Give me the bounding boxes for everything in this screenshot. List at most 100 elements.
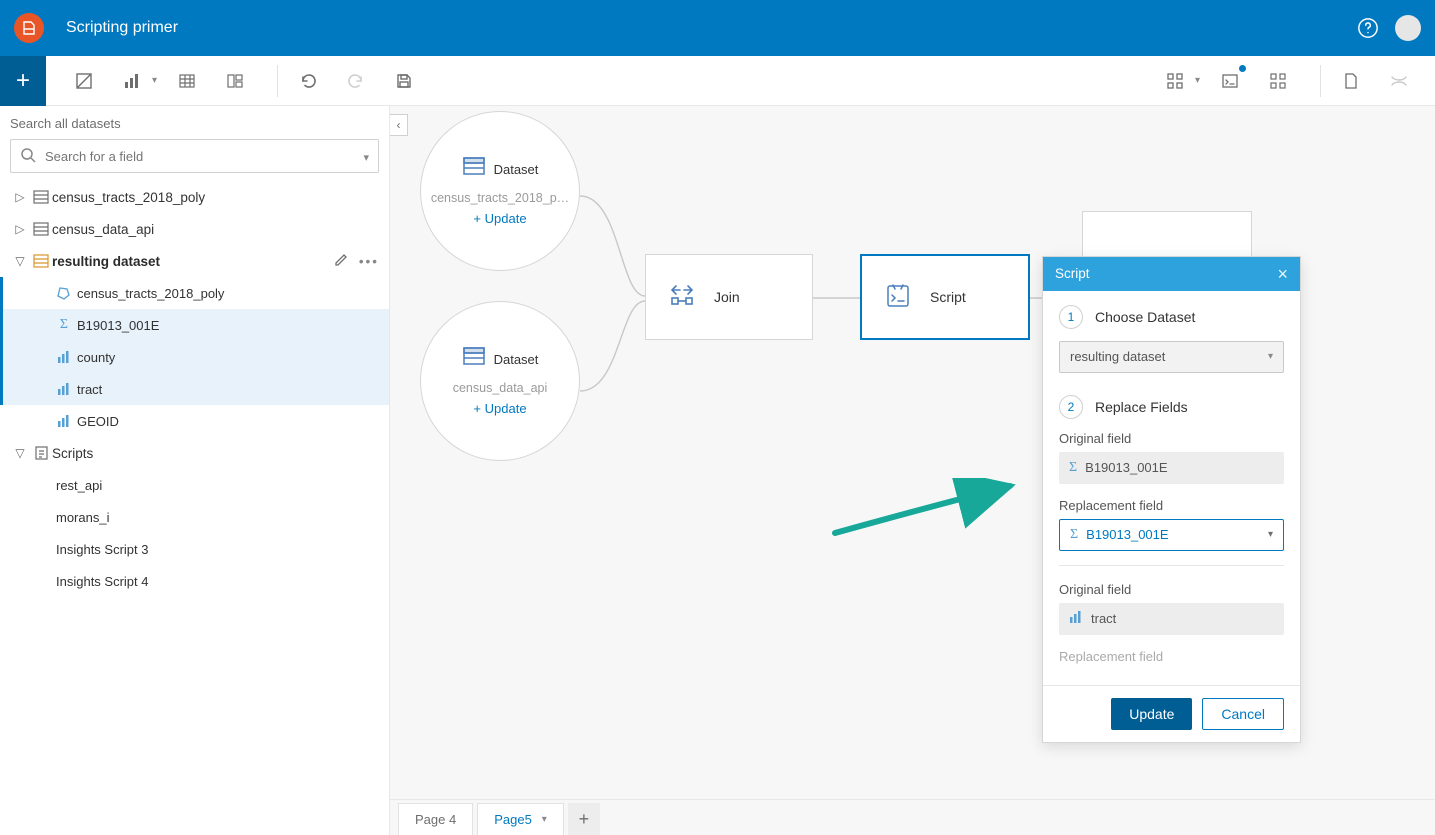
node-label: Script (930, 289, 966, 305)
close-icon[interactable]: × (1277, 265, 1288, 283)
bars-icon (51, 382, 77, 396)
page-icon[interactable] (1333, 63, 1369, 99)
sigma-icon: Σ (51, 317, 77, 333)
console-icon[interactable] (1212, 63, 1248, 99)
script-item[interactable]: rest_api (0, 469, 389, 501)
field-label: GEOID (77, 414, 379, 429)
script-icon (884, 282, 912, 313)
page-tab[interactable]: Page 4 (398, 803, 473, 835)
original-field-box: Σ B19013_001E (1059, 452, 1284, 484)
table-icon (462, 346, 486, 369)
divider (1059, 565, 1284, 566)
chevron-down-icon[interactable]: ▾ (363, 151, 369, 164)
dataset-label: census_tracts_2018_poly (52, 190, 379, 205)
disclosure-down-icon[interactable]: ▽ (10, 446, 30, 460)
data-pane: Search all datasets ▾ ▷ census_tracts_20… (0, 106, 390, 835)
page-tabs: Page 4 Page5▾ + (390, 799, 1435, 835)
search-input[interactable] (10, 139, 379, 173)
script-item[interactable]: Insights Script 4 (0, 565, 389, 597)
dataset-node[interactable]: Dataset census_tracts_2018_p… + Update (420, 111, 580, 271)
model-canvas[interactable]: ‹ Dataset census_tracts_2018_p… + Update (390, 106, 1435, 835)
disclosure-right-icon[interactable]: ▷ (10, 222, 30, 236)
chart-card-icon[interactable] (114, 63, 150, 99)
sigma-icon: Σ (1070, 527, 1078, 543)
workbook-title: Scripting primer (66, 19, 178, 37)
scripts-label: Scripts (52, 446, 379, 461)
dataset-label: resulting dataset (52, 254, 334, 269)
result-table-icon (30, 254, 52, 268)
field-label: tract (77, 382, 379, 397)
layout-icon[interactable] (217, 63, 253, 99)
dataset-dropdown[interactable]: resulting dataset ▾ (1059, 341, 1284, 373)
table-icon (30, 222, 52, 236)
bars-icon (51, 350, 77, 364)
table-icon (30, 190, 52, 204)
original-field-label: Original field (1059, 431, 1284, 446)
replacement-field-dropdown[interactable]: Σ B19013_001E ▾ (1059, 519, 1284, 551)
join-icon (668, 284, 696, 311)
basemap-icon[interactable] (1260, 63, 1296, 99)
script-popup: Script × 1 Choose Dataset resulting data… (1042, 256, 1301, 743)
dataset-row[interactable]: ▷ census_tracts_2018_poly (0, 181, 389, 213)
undo-icon[interactable] (290, 63, 326, 99)
dataset-row[interactable]: ▷ census_data_api (0, 213, 389, 245)
table-icon (462, 156, 486, 179)
redo-icon (338, 63, 374, 99)
node-label: Join (714, 289, 740, 305)
field-search[interactable]: ▾ (10, 139, 379, 173)
update-link[interactable]: + Update (473, 401, 526, 416)
page-tab-active[interactable]: Page5▾ (477, 803, 564, 835)
cancel-button[interactable]: Cancel (1202, 698, 1284, 730)
map-card-icon[interactable] (66, 63, 102, 99)
settings-icon[interactable] (1381, 63, 1417, 99)
table-card-icon[interactable] (169, 63, 205, 99)
chevron-down-icon[interactable]: ▾ (152, 75, 157, 86)
node-subtitle: census_tracts_2018_p… (431, 191, 569, 205)
search-section-title: Search all datasets (0, 116, 389, 139)
script-item[interactable]: morans_i (0, 501, 389, 533)
node-subtitle: census_data_api (453, 381, 548, 395)
edit-icon[interactable] (334, 252, 349, 270)
replacement-field-label: Replacement field (1059, 649, 1284, 664)
script-item[interactable]: Insights Script 3 (0, 533, 389, 565)
toolbar: + ▾ ▾ (0, 56, 1435, 106)
join-node[interactable]: Join (645, 254, 813, 340)
widgets-icon[interactable] (1157, 63, 1193, 99)
brand-icon (14, 13, 44, 43)
script-node[interactable]: Script (860, 254, 1030, 340)
update-link[interactable]: + Update (473, 211, 526, 226)
help-icon[interactable] (1355, 15, 1381, 41)
chevron-down-icon[interactable]: ▾ (542, 814, 547, 825)
step-badge: 1 (1059, 305, 1083, 329)
search-icon (20, 147, 36, 166)
original-field-box: tract (1059, 603, 1284, 635)
update-button[interactable]: Update (1111, 698, 1192, 730)
field-label: B19013_001E (77, 318, 379, 333)
dataset-row-resulting[interactable]: ▽ resulting dataset ••• (0, 245, 389, 277)
dataset-node[interactable]: Dataset census_data_api + Update (420, 301, 580, 461)
add-page-button[interactable]: + (568, 803, 600, 835)
user-avatar[interactable] (1395, 15, 1421, 41)
disclosure-down-icon[interactable]: ▽ (10, 254, 30, 268)
field-row[interactable]: tract (0, 373, 389, 405)
scripts-row[interactable]: ▽ Scripts (0, 437, 389, 469)
step-title: Replace Fields (1095, 399, 1188, 415)
popup-header: Script × (1043, 257, 1300, 291)
dataset-label: census_data_api (52, 222, 379, 237)
field-row[interactable]: county (0, 341, 389, 373)
replacement-field-label: Replacement field (1059, 498, 1284, 513)
chevron-down-icon: ▾ (1268, 351, 1273, 362)
add-button[interactable]: + (0, 56, 46, 106)
field-row[interactable]: census_tracts_2018_poly (0, 277, 389, 309)
more-icon[interactable]: ••• (359, 254, 379, 269)
disclosure-right-icon[interactable]: ▷ (10, 190, 30, 204)
collapse-sidebar-icon[interactable]: ‹ (390, 114, 408, 136)
step-badge: 2 (1059, 395, 1083, 419)
field-row[interactable]: Σ B19013_001E (0, 309, 389, 341)
save-icon[interactable] (386, 63, 422, 99)
node-title: Dataset (494, 352, 539, 367)
polygon-icon (51, 285, 77, 301)
chevron-down-icon[interactable]: ▾ (1195, 75, 1200, 86)
bars-icon (1069, 610, 1083, 627)
field-row[interactable]: GEOID (0, 405, 389, 437)
